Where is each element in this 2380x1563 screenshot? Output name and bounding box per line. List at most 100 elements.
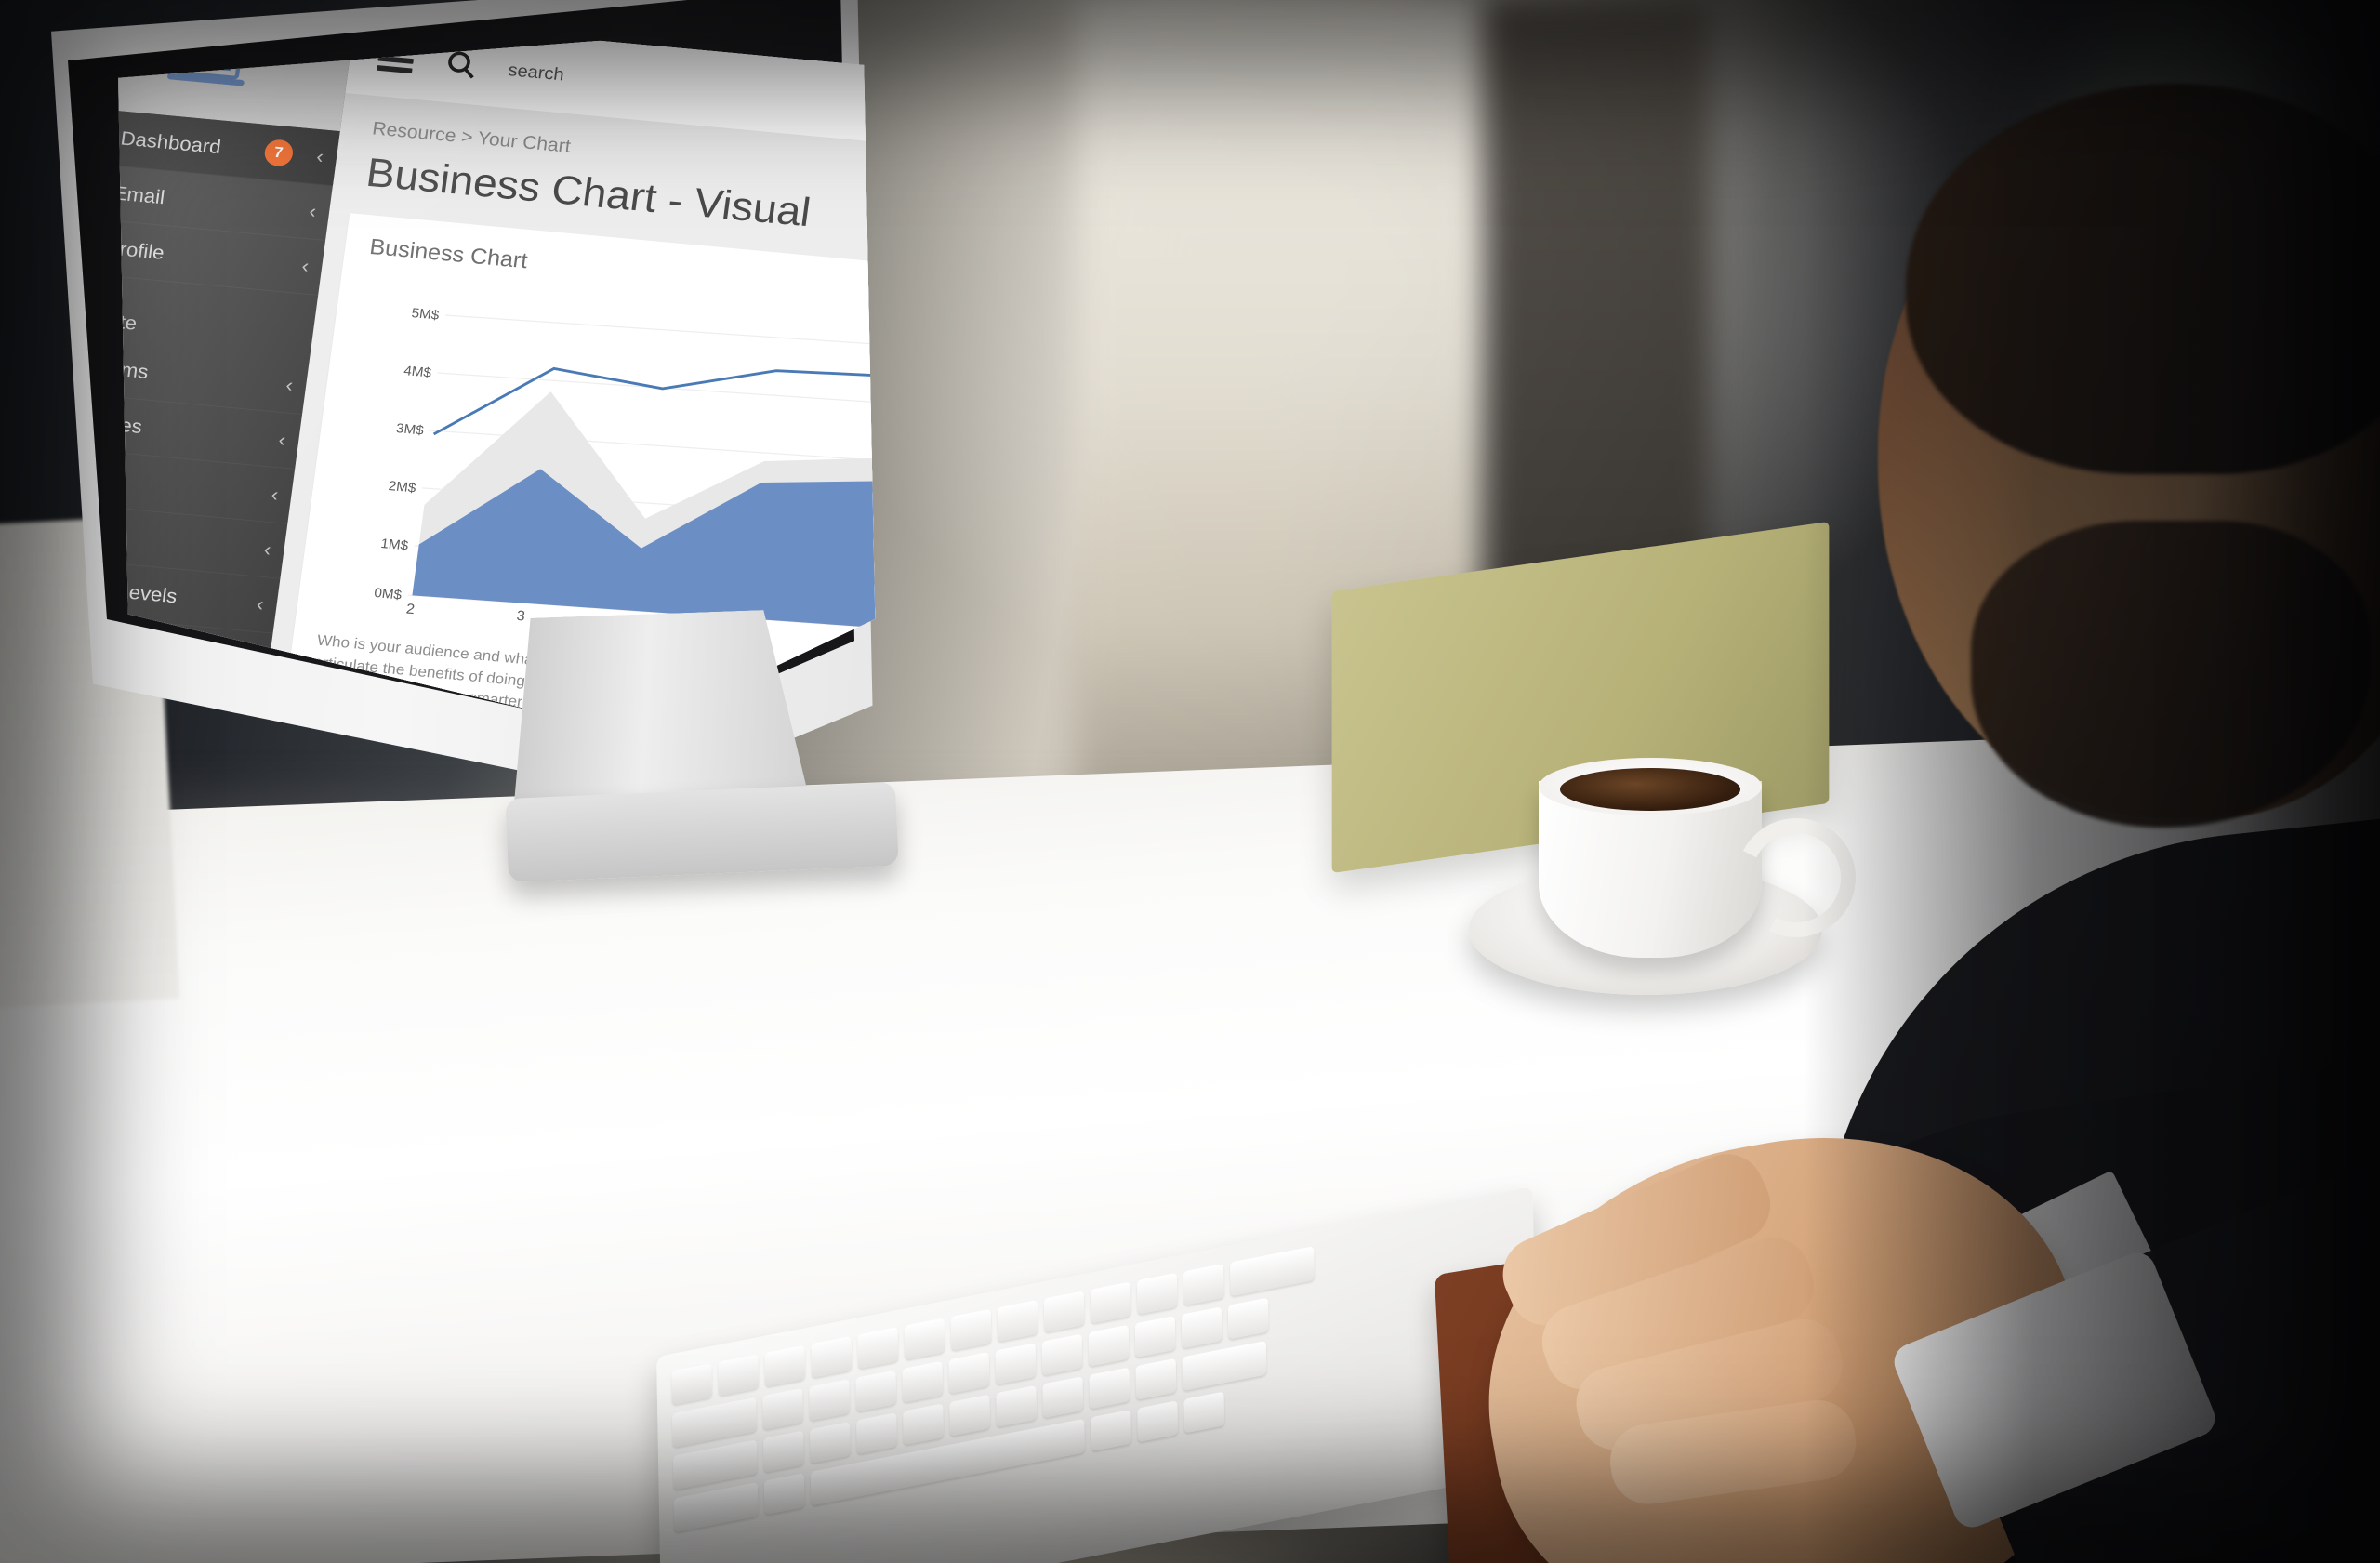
target-card: Target (1087, 719, 1209, 968)
key[interactable] (948, 1351, 990, 1394)
chevron-left-icon[interactable]: ‹ (277, 429, 286, 452)
key[interactable] (904, 1318, 945, 1360)
bottom-widget-row: × Realtime Dashboard Marketing Chart (232, 878, 1066, 978)
gauge-row (265, 937, 633, 978)
orange-bars-icon (972, 717, 1040, 758)
key[interactable] (764, 1344, 806, 1387)
key[interactable] (1227, 1297, 1269, 1340)
sidebar-item-sales-report[interactable]: Sales Report ‹ (112, 727, 258, 790)
sidebar-item-activity[interactable]: Activity (112, 947, 228, 978)
available-value: 250 Mb (1194, 571, 1209, 588)
key[interactable] (997, 1300, 1038, 1342)
realtime-dashboard-title: Realtime Dashboard (279, 899, 495, 944)
gauge-3 (518, 960, 633, 978)
chevron-left-icon[interactable]: ‹ (270, 483, 279, 507)
key[interactable] (671, 1397, 757, 1448)
key[interactable] (855, 1370, 897, 1412)
data-label: 31.25% (743, 973, 799, 978)
key[interactable] (1041, 1333, 1083, 1376)
sidebar-item-label: Menu Levels (116, 575, 178, 608)
chevron-left-icon[interactable]: ‹ (262, 538, 272, 562)
sidebar-item-label: Opportunity (112, 857, 131, 890)
sidebar-item-label: Email (112, 181, 166, 208)
board-side-column: Space Usage (750 Mb) 375 Mb used (1087, 289, 1209, 968)
space-usage-card: Space Usage (750 Mb) 375 Mb used (1118, 289, 1209, 730)
svg-text:3: 3 (516, 608, 526, 624)
space-usage-title: Space Usage (750 Mb) (1192, 310, 1209, 336)
chevron-left-icon[interactable]: ‹ (315, 145, 324, 168)
sidebar-item-label: Profile (112, 236, 166, 264)
sidebar-item-campaigns[interactable]: Campaigns ‹ (112, 892, 235, 973)
key[interactable] (949, 1394, 991, 1437)
sidebar-item-label: Forms (112, 355, 150, 383)
chevron-left-icon[interactable]: ‹ (218, 876, 228, 899)
key[interactable] (1042, 1376, 1084, 1419)
key[interactable] (809, 1379, 851, 1422)
key[interactable] (1091, 1409, 1132, 1451)
svg-text:2M$: 2M$ (388, 479, 417, 496)
monitor-base (505, 781, 899, 883)
chevron-left-icon[interactable]: ‹ (284, 374, 294, 397)
svg-text:1M$: 1M$ (379, 536, 409, 553)
key[interactable] (1182, 1340, 1267, 1391)
key[interactable] (996, 1384, 1038, 1427)
key[interactable] (1089, 1367, 1130, 1410)
registered-users-label: Registered Users (815, 732, 919, 756)
chevron-left-icon[interactable]: ‹ (210, 931, 220, 954)
key[interactable] (673, 1482, 759, 1533)
key[interactable] (1183, 1391, 1225, 1434)
key[interactable] (1137, 1400, 1179, 1443)
svg-text:5M$: 5M$ (411, 307, 441, 324)
space-usage-pie: 375 Mb used 250 Mb available (1154, 337, 1210, 647)
key[interactable] (762, 1430, 804, 1473)
chevron-left-icon[interactable]: ‹ (256, 593, 265, 616)
close-icon[interactable]: × (1051, 812, 1067, 836)
key[interactable] (1229, 1246, 1315, 1297)
key[interactable] (1135, 1358, 1177, 1400)
key[interactable] (762, 1387, 803, 1430)
close-icon[interactable]: × (628, 924, 645, 948)
sidebar-item-opportunity[interactable]: Opportunity ‹ (112, 837, 243, 918)
coffee-liquid (1560, 768, 1740, 811)
key[interactable] (671, 1363, 713, 1406)
key[interactable] (995, 1343, 1037, 1385)
search-icon[interactable] (443, 47, 479, 85)
key[interactable] (811, 1335, 853, 1378)
svg-text:0M$: 0M$ (373, 586, 403, 603)
sidebar-item-target[interactable]: Target ‹ (112, 782, 250, 863)
key[interactable] (1043, 1291, 1085, 1333)
key[interactable] (1136, 1272, 1178, 1315)
key[interactable] (902, 1360, 944, 1403)
key[interactable] (950, 1308, 992, 1351)
sidebar-item-label: Grid (118, 520, 251, 559)
search-input[interactable]: search (507, 60, 565, 86)
key[interactable] (1090, 1281, 1131, 1324)
realtime-dashboard-card: × Realtime Dashboard (232, 878, 665, 978)
key[interactable] (1181, 1306, 1223, 1349)
sidebar-item-label: Campaigns (112, 912, 121, 945)
key[interactable] (672, 1439, 758, 1490)
interactive-user-label: New Users Registration (291, 819, 430, 846)
photo-scene: Dashboard 7 ‹ Email ‹ Profile ‹ Template… (0, 0, 2380, 1563)
close-icon[interactable]: × (1119, 297, 1136, 321)
sidebar-item-label: Sales Report (112, 753, 158, 782)
key[interactable] (1183, 1264, 1224, 1306)
sidebar-item-label: Tables (112, 410, 144, 438)
gauge-2 (391, 948, 507, 978)
key[interactable] (903, 1403, 944, 1446)
marketing-chart-title: Marketing Chart (701, 938, 870, 978)
chevron-left-icon[interactable]: ‹ (225, 821, 235, 844)
key[interactable] (718, 1354, 760, 1397)
key[interactable] (857, 1327, 899, 1370)
key[interactable] (763, 1473, 805, 1516)
chevron-left-icon[interactable]: ‹ (308, 200, 317, 223)
key[interactable] (810, 1421, 851, 1464)
page-title-rest: - Visual (654, 175, 813, 235)
target-title: Target (1134, 739, 1193, 765)
chevron-left-icon[interactable]: ‹ (232, 767, 243, 790)
right-shadow-overlay (1804, 0, 2380, 1563)
key[interactable] (856, 1412, 897, 1455)
key[interactable] (1134, 1316, 1176, 1358)
key[interactable] (1088, 1324, 1130, 1367)
chevron-left-icon[interactable]: ‹ (300, 255, 310, 278)
